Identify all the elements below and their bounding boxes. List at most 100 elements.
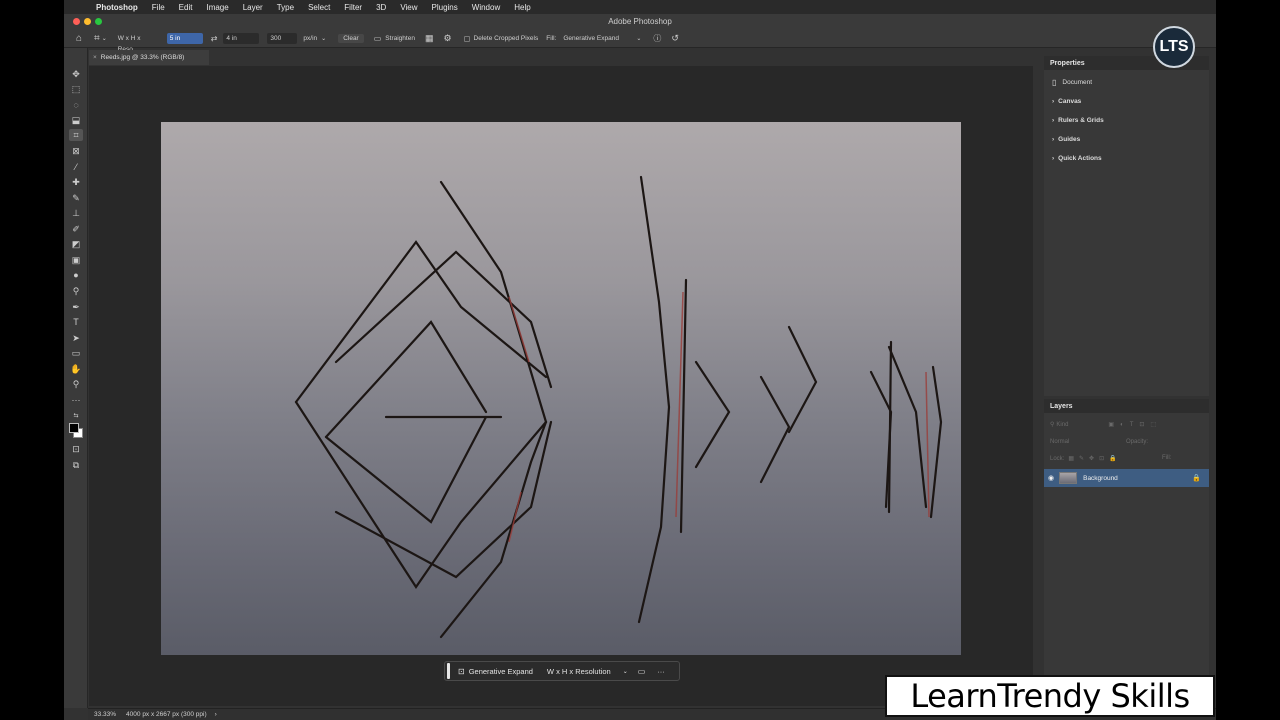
chevron-down-icon[interactable]: ⌄ — [321, 35, 326, 42]
chevron-right-icon[interactable]: › — [215, 711, 217, 718]
eraser-tool-icon[interactable]: ◩ — [69, 238, 83, 250]
section-quick-actions-label: Quick Actions — [1058, 155, 1102, 162]
eye-icon[interactable]: ◉ — [1048, 474, 1054, 482]
layers-panel: Layers ⚲ Kind ▣◐T⊡⬚ Normal Opacity: Lock… — [1044, 399, 1209, 699]
width-field[interactable]: 5 in — [166, 33, 203, 44]
clone-stamp-tool-icon[interactable]: ⊥ — [69, 207, 83, 219]
layer-thumbnail — [1059, 472, 1078, 484]
pen-tool-icon[interactable]: ✒ — [69, 301, 83, 313]
straighten-icon[interactable]: ▭ — [638, 667, 646, 676]
filter-icons[interactable]: ▣◐T⊡⬚ — [1108, 421, 1162, 428]
more-options-button[interactable]: ··· — [657, 667, 665, 676]
ratio-preset-dropdown[interactable]: W x H x Reso... — [115, 33, 165, 53]
marquee-tool-icon[interactable]: ⬚ — [69, 83, 83, 95]
tool-options-bar: ⌂ ⌗ ⌄ W x H x Reso... 5 in ⇄ 4 in 300 px… — [64, 30, 1216, 53]
document-tab-label: Reeds.jpg @ 33.3% (RGB/8) — [100, 54, 185, 61]
gradient-tool-icon[interactable]: ▣ — [69, 254, 83, 266]
straighten-icon[interactable]: ▭ — [374, 34, 382, 43]
drag-handle[interactable] — [447, 663, 450, 679]
section-canvas[interactable]: › Canvas — [1044, 92, 1209, 111]
rectangle-tool-icon[interactable]: ▭ — [69, 347, 83, 359]
brush-tool-icon[interactable]: ✎ — [69, 192, 83, 204]
section-rulers-grids[interactable]: › Rulers & Grids — [1044, 111, 1209, 130]
section-guides[interactable]: › Guides — [1044, 130, 1209, 149]
menu-window[interactable]: Window — [472, 3, 500, 12]
path-selection-tool-icon[interactable]: ➤ — [69, 332, 83, 344]
layer-background[interactable]: ◉ Background 🔒 — [1044, 469, 1209, 487]
canvas-area[interactable] — [89, 66, 1033, 706]
generative-expand-icon: ⊡ — [458, 666, 465, 676]
clear-button[interactable]: Clear — [338, 34, 364, 43]
move-tool-icon[interactable]: ✥ — [69, 68, 83, 80]
generative-expand-button[interactable]: Generative Expand — [469, 667, 533, 676]
zoom-level[interactable]: 33.33% — [94, 711, 116, 718]
menu-plugins[interactable]: Plugins — [432, 3, 458, 12]
gear-icon[interactable]: ⚙ — [443, 33, 451, 44]
delete-cropped-pixels-checkbox[interactable]: Delete Cropped Pixels — [463, 35, 538, 42]
blend-mode-dropdown[interactable]: Normal — [1050, 439, 1069, 445]
menu-help[interactable]: Help — [514, 3, 530, 12]
menu-select[interactable]: Select — [308, 3, 330, 12]
menu-edit[interactable]: Edit — [179, 3, 193, 12]
more-tools-icon[interactable]: ··· — [69, 394, 83, 406]
menu-image[interactable]: Image — [206, 3, 228, 12]
checkbox-icon — [463, 35, 470, 42]
fill-label: Fill: — [546, 35, 557, 42]
document-tab[interactable]: × Reeds.jpg @ 33.3% (RGB/8) — [89, 50, 209, 65]
zoom-tool-icon[interactable]: ⚲ — [69, 378, 83, 390]
type-tool-icon[interactable]: T — [69, 316, 83, 328]
lock-icon[interactable]: 🔒 — [1192, 474, 1201, 482]
menu-bar: Photoshop File Edit Image Layer Type Sel… — [64, 0, 1216, 14]
kind-filter-dropdown[interactable]: Kind — [1056, 422, 1068, 428]
quick-mask-icon[interactable]: ⊡ — [69, 443, 83, 455]
dodge-tool-icon[interactable]: ⚲ — [69, 285, 83, 297]
height-field[interactable]: 4 in — [223, 33, 260, 44]
section-canvas-label: Canvas — [1058, 98, 1082, 105]
chevron-down-icon[interactable]: ⌄ — [636, 35, 641, 42]
info-icon[interactable]: ⓘ — [653, 33, 661, 44]
fill-label: Fill: — [1162, 455, 1172, 461]
menu-view[interactable]: View — [400, 3, 417, 12]
eyedropper-tool-icon[interactable]: ⁄ — [69, 161, 83, 173]
hand-tool-icon[interactable]: ✋ — [69, 363, 83, 375]
chevron-right-icon: › — [1052, 155, 1055, 162]
ratio-dropdown[interactable]: W x H x Resolution — [547, 667, 611, 676]
swap-dimensions-icon[interactable]: ⇄ — [211, 34, 218, 43]
history-brush-tool-icon[interactable]: ✐ — [69, 223, 83, 235]
search-icon: ⚲ — [1050, 422, 1055, 428]
close-tab-icon[interactable]: × — [93, 54, 97, 61]
lock-icons[interactable]: ▦✎✥⊡🔒 — [1068, 455, 1121, 462]
document-info[interactable]: 4000 px x 2667 px (300 ppi) — [126, 711, 207, 718]
frame-tool-icon[interactable]: ⊠ — [69, 145, 83, 157]
foreground-color-swatch[interactable] — [69, 423, 79, 433]
fill-dropdown[interactable]: Generative Expand — [560, 33, 636, 44]
menu-3d[interactable]: 3D — [376, 3, 386, 12]
menu-filter[interactable]: Filter — [344, 3, 362, 12]
resolution-field[interactable]: 300 — [267, 33, 298, 44]
lasso-tool-icon[interactable]: ◌ — [69, 99, 83, 111]
screen-mode-icon[interactable]: ⧉ — [69, 459, 83, 471]
healing-brush-tool-icon[interactable]: ✚ — [69, 176, 83, 188]
blur-tool-icon[interactable]: ● — [69, 269, 83, 281]
watermark-banner: LearnTrendy Skills — [885, 675, 1215, 717]
reset-icon[interactable]: ↺ — [671, 33, 679, 44]
straighten-button[interactable]: Straighten — [385, 35, 415, 42]
chevron-down-icon[interactable]: ⌄ — [102, 35, 107, 42]
overlay-grid-icon[interactable]: ▦ — [425, 33, 434, 44]
layer-name[interactable]: Background — [1083, 475, 1118, 482]
menu-type[interactable]: Type — [277, 3, 294, 12]
object-selection-tool-icon[interactable]: ⬓ — [69, 114, 83, 126]
section-quick-actions[interactable]: › Quick Actions — [1044, 149, 1209, 168]
app-menu[interactable]: Photoshop — [96, 3, 138, 12]
crop-tool-preset-icon[interactable]: ⌗ — [94, 33, 100, 44]
chevron-down-icon[interactable]: ⌄ — [623, 668, 628, 675]
document-image[interactable] — [161, 122, 961, 655]
menu-file[interactable]: File — [152, 3, 165, 12]
crop-tool-icon[interactable]: ⌗ — [69, 129, 83, 141]
home-icon[interactable]: ⌂ — [76, 33, 82, 44]
menu-layer[interactable]: Layer — [243, 3, 263, 12]
resolution-unit-dropdown[interactable]: px/in — [303, 35, 317, 42]
swap-colors-icon[interactable]: ⇆ — [69, 409, 83, 421]
right-panels: Properties ▯ Document › Canvas › Rulers … — [1044, 56, 1216, 708]
layers-panel-title[interactable]: Layers — [1044, 399, 1209, 413]
